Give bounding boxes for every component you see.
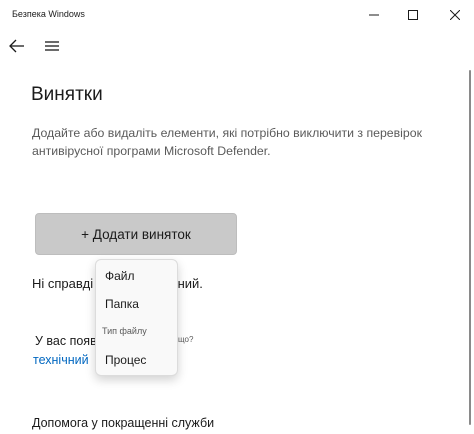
menu-item-file[interactable]: Файл: [105, 269, 135, 283]
navigation-bar: [0, 32, 474, 62]
page-description: Додайте або видаліть елементи, які потрі…: [32, 124, 452, 160]
minimize-icon: [369, 14, 379, 16]
menu-button[interactable]: [44, 39, 62, 55]
question-end: що?: [178, 335, 194, 344]
close-icon: [450, 10, 460, 20]
back-button[interactable]: [8, 38, 28, 56]
question-text: У вас поява: [35, 334, 104, 348]
menu-item-folder[interactable]: Папка: [105, 297, 139, 311]
add-exclusion-flyout-menu: Файл Папка Тип файлу Процес: [95, 259, 178, 376]
close-button[interactable]: [445, 7, 465, 23]
title-bar: Безпека Windows: [0, 0, 474, 30]
maximize-icon: [408, 10, 418, 20]
description-line-1: Додайте або видаліть елементи, які потрі…: [32, 126, 422, 140]
description-line-2: антивірусної програми Microsoft Defender…: [32, 144, 271, 158]
help-improve-heading: Допомога у покращенні служби: [32, 416, 215, 430]
menu-item-process[interactable]: Процес: [105, 353, 146, 367]
menu-header-filetype[interactable]: Тип файлу: [102, 326, 147, 336]
minimize-button[interactable]: [364, 7, 384, 23]
back-arrow-icon: [9, 39, 24, 53]
scrollbar[interactable]: [469, 70, 471, 425]
maximize-button[interactable]: [403, 7, 423, 23]
page-title: Винятки: [31, 84, 103, 105]
app-title: Безпека Windows: [12, 9, 85, 19]
add-exclusion-button[interactable]: + Додати виняток: [35, 213, 237, 255]
no-exclusions-start: Ні справді: [32, 276, 94, 291]
hamburger-menu-icon: [45, 41, 59, 51]
technical-support-link[interactable]: технічний: [33, 353, 89, 367]
